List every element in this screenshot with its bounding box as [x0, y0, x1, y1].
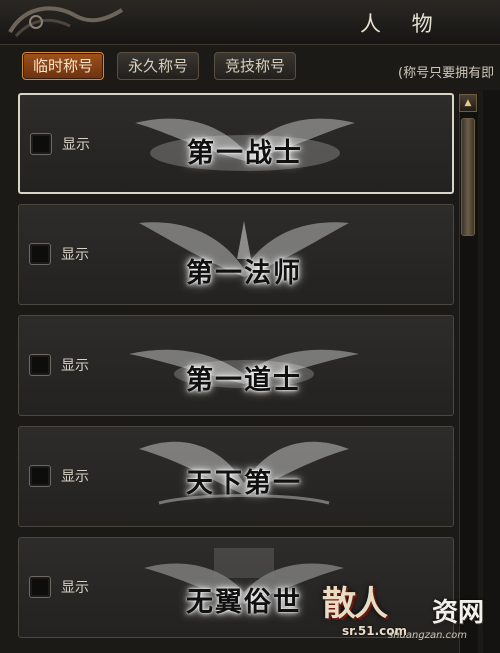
title-badge: 第一法师 — [119, 211, 369, 299]
hint-text: (称号只要拥有即 — [398, 66, 495, 81]
title-bar: 人 物 — [0, 0, 500, 45]
title-badge: 第一战士 — [120, 101, 370, 189]
title-row-taoist[interactable]: 显示 第一道士 — [18, 315, 454, 416]
tab-permanent-titles[interactable]: 永久称号 — [117, 52, 199, 80]
scroll-up-arrow-icon[interactable]: ▲ — [459, 94, 477, 112]
show-label: 显示 — [61, 580, 89, 596]
show-checkbox[interactable] — [29, 465, 51, 487]
title-badge: 第一道士 — [119, 322, 369, 410]
show-label: 显示 — [62, 137, 90, 153]
site-watermark: 散人 资网 sr.51.com shuangzan.com — [322, 560, 500, 653]
show-checkbox[interactable] — [29, 576, 51, 598]
watermark-url-secondary: shuangzan.com — [388, 630, 467, 641]
show-label: 显示 — [61, 358, 89, 374]
title-name: 第一道士 — [186, 365, 302, 396]
tab-arena-titles[interactable]: 竞技称号 — [214, 52, 296, 80]
window-title: 人 物 — [360, 12, 445, 36]
show-label: 显示 — [61, 469, 89, 485]
title-row-mage[interactable]: 显示 第一法师 — [18, 204, 454, 305]
show-label: 显示 — [61, 247, 89, 263]
watermark-logo: 散人 — [322, 584, 388, 624]
show-checkbox[interactable] — [29, 354, 51, 376]
show-checkbox[interactable] — [29, 243, 51, 265]
title-name: 天下第一 — [186, 468, 302, 499]
tab-temporary-titles[interactable]: 临时称号 — [22, 52, 104, 80]
watermark-site: 资网 — [432, 598, 485, 628]
show-checkbox[interactable] — [30, 133, 52, 155]
title-name: 第一战士 — [187, 138, 303, 169]
scrollbar-thumb[interactable] — [461, 118, 475, 236]
title-badge: 天下第一 — [119, 433, 369, 521]
title-name: 第一法师 — [186, 258, 302, 289]
dragon-ornament-icon — [8, 6, 124, 38]
title-row-warrior[interactable]: 显示 第一战士 — [18, 93, 454, 194]
title-row-supreme[interactable]: 显示 天下第一 — [18, 426, 454, 527]
